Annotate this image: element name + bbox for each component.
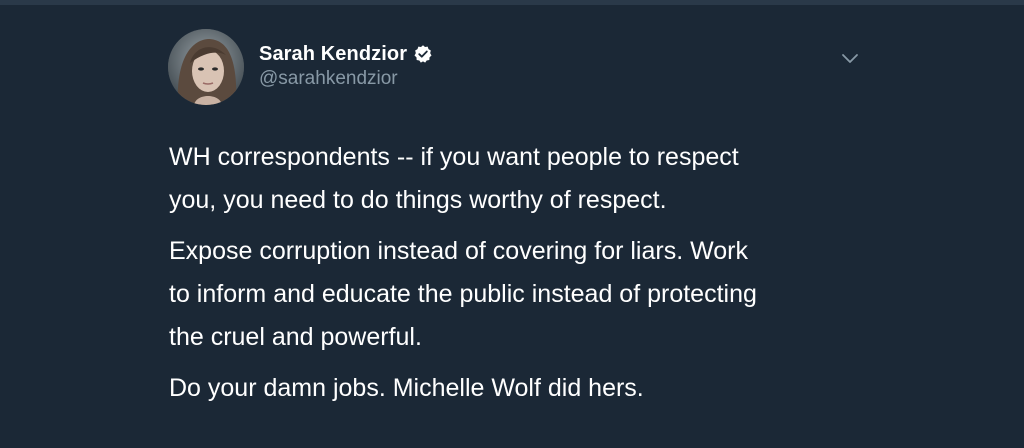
- tweet-text: WH correspondents -- if you want people …: [169, 136, 889, 418]
- chevron-down-icon[interactable]: [838, 46, 862, 70]
- author-handle[interactable]: @sarahkendzior: [259, 68, 398, 90]
- avatar[interactable]: [168, 29, 244, 105]
- author-name-row[interactable]: Sarah Kendzior: [259, 40, 433, 68]
- tweet-paragraph: WH correspondents -- if you want people …: [169, 143, 739, 214]
- verified-badge-icon: [413, 44, 433, 64]
- avatar-image: [168, 29, 244, 105]
- tweet-paragraph: Expose corruption instead of covering fo…: [169, 237, 757, 351]
- top-divider: [0, 0, 1024, 5]
- tweet-paragraph: Do your damn jobs. Michelle Wolf did her…: [169, 374, 644, 402]
- tweet-page: Sarah Kendzior @sarahkendzior WH corresp…: [0, 0, 1024, 448]
- author-display-name[interactable]: Sarah Kendzior: [259, 43, 407, 66]
